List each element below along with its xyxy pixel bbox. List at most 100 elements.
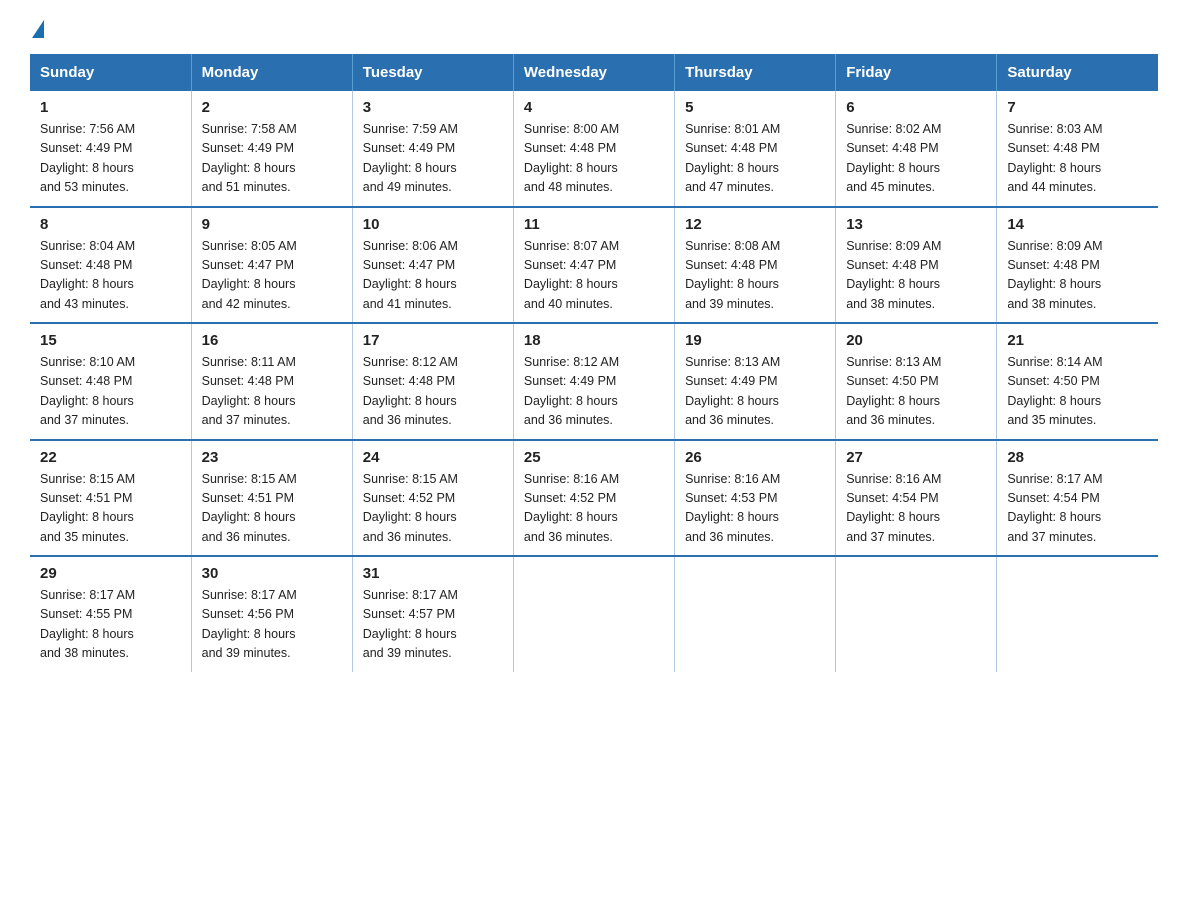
calendar-cell: 3 Sunrise: 7:59 AM Sunset: 4:49 PM Daylig… bbox=[352, 91, 513, 207]
column-header-wednesday: Wednesday bbox=[513, 54, 674, 91]
day-info: Sunrise: 8:15 AM Sunset: 4:52 PM Dayligh… bbox=[363, 470, 503, 548]
day-number: 12 bbox=[685, 216, 825, 233]
day-number: 10 bbox=[363, 216, 503, 233]
day-info: Sunrise: 7:56 AM Sunset: 4:49 PM Dayligh… bbox=[40, 120, 181, 198]
logo-triangle-icon bbox=[32, 20, 44, 38]
calendar-cell: 21 Sunrise: 8:14 AM Sunset: 4:50 PM Dayli… bbox=[997, 323, 1158, 440]
column-header-saturday: Saturday bbox=[997, 54, 1158, 91]
calendar-cell: 19Sunrise: 8:13 AM Sunset: 4:49 PM Dayli… bbox=[675, 323, 836, 440]
calendar-cell bbox=[675, 556, 836, 672]
column-header-tuesday: Tuesday bbox=[352, 54, 513, 91]
day-number: 25 bbox=[524, 449, 664, 466]
day-number: 7 bbox=[1007, 99, 1148, 116]
calendar-cell: 23 Sunrise: 8:15 AM Sunset: 4:51 PM Dayli… bbox=[191, 440, 352, 557]
calendar-cell: 14 Sunrise: 8:09 AM Sunset: 4:48 PM Dayli… bbox=[997, 207, 1158, 324]
page-header bbox=[30, 20, 1158, 38]
day-number: 30 bbox=[202, 565, 342, 582]
calendar-cell: 13Sunrise: 8:09 AM Sunset: 4:48 PM Dayli… bbox=[836, 207, 997, 324]
calendar-cell: 24 Sunrise: 8:15 AM Sunset: 4:52 PM Dayli… bbox=[352, 440, 513, 557]
calendar-week-row: 29 Sunrise: 8:17 AM Sunset: 4:55 PM Dayli… bbox=[30, 556, 1158, 672]
day-number: 24 bbox=[363, 449, 503, 466]
calendar-week-row: 8Sunrise: 8:04 AM Sunset: 4:48 PM Daylig… bbox=[30, 207, 1158, 324]
calendar-cell: 16 Sunrise: 8:11 AM Sunset: 4:48 PM Dayli… bbox=[191, 323, 352, 440]
day-number: 2 bbox=[202, 99, 342, 116]
day-info: Sunrise: 8:00 AM Sunset: 4:48 PM Dayligh… bbox=[524, 120, 664, 198]
day-info: Sunrise: 8:12 AM Sunset: 4:48 PM Dayligh… bbox=[363, 353, 503, 431]
day-info: Sunrise: 8:17 AM Sunset: 4:55 PM Dayligh… bbox=[40, 586, 181, 664]
day-number: 16 bbox=[202, 332, 342, 349]
calendar-cell: 26 Sunrise: 8:16 AM Sunset: 4:53 PM Dayli… bbox=[675, 440, 836, 557]
calendar-cell: 9 Sunrise: 8:05 AM Sunset: 4:47 PM Daylig… bbox=[191, 207, 352, 324]
calendar-cell: 5Sunrise: 8:01 AM Sunset: 4:48 PM Daylig… bbox=[675, 91, 836, 207]
day-number: 22 bbox=[40, 449, 181, 466]
day-number: 3 bbox=[363, 99, 503, 116]
day-number: 9 bbox=[202, 216, 342, 233]
calendar-cell: 2Sunrise: 7:58 AM Sunset: 4:49 PM Daylig… bbox=[191, 91, 352, 207]
calendar-cell: 12 Sunrise: 8:08 AM Sunset: 4:48 PM Dayli… bbox=[675, 207, 836, 324]
calendar-week-row: 1 Sunrise: 7:56 AM Sunset: 4:49 PM Daylig… bbox=[30, 91, 1158, 207]
day-info: Sunrise: 8:04 AM Sunset: 4:48 PM Dayligh… bbox=[40, 237, 181, 315]
day-number: 27 bbox=[846, 449, 986, 466]
day-info: Sunrise: 8:15 AM Sunset: 4:51 PM Dayligh… bbox=[40, 470, 181, 548]
day-info: Sunrise: 8:09 AM Sunset: 4:48 PM Dayligh… bbox=[846, 237, 986, 315]
calendar-cell: 28 Sunrise: 8:17 AM Sunset: 4:54 PM Dayli… bbox=[997, 440, 1158, 557]
day-number: 6 bbox=[846, 99, 986, 116]
day-number: 20 bbox=[846, 332, 986, 349]
calendar-cell: 6 Sunrise: 8:02 AM Sunset: 4:48 PM Daylig… bbox=[836, 91, 997, 207]
day-number: 5 bbox=[685, 99, 825, 116]
day-number: 26 bbox=[685, 449, 825, 466]
day-info: Sunrise: 8:17 AM Sunset: 4:54 PM Dayligh… bbox=[1007, 470, 1148, 548]
day-number: 4 bbox=[524, 99, 664, 116]
day-number: 17 bbox=[363, 332, 503, 349]
day-info: Sunrise: 8:03 AM Sunset: 4:48 PM Dayligh… bbox=[1007, 120, 1148, 198]
calendar-cell: 22 Sunrise: 8:15 AM Sunset: 4:51 PM Dayli… bbox=[30, 440, 191, 557]
day-info: Sunrise: 8:16 AM Sunset: 4:53 PM Dayligh… bbox=[685, 470, 825, 548]
day-number: 23 bbox=[202, 449, 342, 466]
calendar-table: SundayMondayTuesdayWednesdayThursdayFrid… bbox=[30, 54, 1158, 672]
column-header-friday: Friday bbox=[836, 54, 997, 91]
day-number: 14 bbox=[1007, 216, 1148, 233]
day-number: 1 bbox=[40, 99, 181, 116]
day-info: Sunrise: 7:59 AM Sunset: 4:49 PM Dayligh… bbox=[363, 120, 503, 198]
logo bbox=[30, 20, 44, 38]
calendar-cell: 17 Sunrise: 8:12 AM Sunset: 4:48 PM Dayli… bbox=[352, 323, 513, 440]
calendar-cell: 15 Sunrise: 8:10 AM Sunset: 4:48 PM Dayli… bbox=[30, 323, 191, 440]
day-number: 29 bbox=[40, 565, 181, 582]
calendar-cell: 31Sunrise: 8:17 AM Sunset: 4:57 PM Dayli… bbox=[352, 556, 513, 672]
day-info: Sunrise: 8:09 AM Sunset: 4:48 PM Dayligh… bbox=[1007, 237, 1148, 315]
day-number: 19 bbox=[685, 332, 825, 349]
day-info: Sunrise: 8:15 AM Sunset: 4:51 PM Dayligh… bbox=[202, 470, 342, 548]
calendar-cell: 20 Sunrise: 8:13 AM Sunset: 4:50 PM Dayli… bbox=[836, 323, 997, 440]
day-number: 28 bbox=[1007, 449, 1148, 466]
day-info: Sunrise: 8:14 AM Sunset: 4:50 PM Dayligh… bbox=[1007, 353, 1148, 431]
day-info: Sunrise: 8:08 AM Sunset: 4:48 PM Dayligh… bbox=[685, 237, 825, 315]
day-number: 18 bbox=[524, 332, 664, 349]
day-number: 21 bbox=[1007, 332, 1148, 349]
day-info: Sunrise: 8:06 AM Sunset: 4:47 PM Dayligh… bbox=[363, 237, 503, 315]
day-info: Sunrise: 8:07 AM Sunset: 4:47 PM Dayligh… bbox=[524, 237, 664, 315]
calendar-cell bbox=[836, 556, 997, 672]
day-info: Sunrise: 8:02 AM Sunset: 4:48 PM Dayligh… bbox=[846, 120, 986, 198]
day-info: Sunrise: 8:17 AM Sunset: 4:57 PM Dayligh… bbox=[363, 586, 503, 664]
calendar-cell: 29 Sunrise: 8:17 AM Sunset: 4:55 PM Dayli… bbox=[30, 556, 191, 672]
column-header-thursday: Thursday bbox=[675, 54, 836, 91]
day-info: Sunrise: 8:05 AM Sunset: 4:47 PM Dayligh… bbox=[202, 237, 342, 315]
day-info: Sunrise: 8:10 AM Sunset: 4:48 PM Dayligh… bbox=[40, 353, 181, 431]
day-info: Sunrise: 8:13 AM Sunset: 4:50 PM Dayligh… bbox=[846, 353, 986, 431]
calendar-cell bbox=[513, 556, 674, 672]
day-number: 15 bbox=[40, 332, 181, 349]
calendar-cell: 1 Sunrise: 7:56 AM Sunset: 4:49 PM Daylig… bbox=[30, 91, 191, 207]
day-info: Sunrise: 8:12 AM Sunset: 4:49 PM Dayligh… bbox=[524, 353, 664, 431]
calendar-cell: 4 Sunrise: 8:00 AM Sunset: 4:48 PM Daylig… bbox=[513, 91, 674, 207]
calendar-cell: 25Sunrise: 8:16 AM Sunset: 4:52 PM Dayli… bbox=[513, 440, 674, 557]
calendar-cell: 30Sunrise: 8:17 AM Sunset: 4:56 PM Dayli… bbox=[191, 556, 352, 672]
calendar-cell: 18 Sunrise: 8:12 AM Sunset: 4:49 PM Dayli… bbox=[513, 323, 674, 440]
column-header-monday: Monday bbox=[191, 54, 352, 91]
calendar-cell: 10 Sunrise: 8:06 AM Sunset: 4:47 PM Dayli… bbox=[352, 207, 513, 324]
calendar-cell: 27Sunrise: 8:16 AM Sunset: 4:54 PM Dayli… bbox=[836, 440, 997, 557]
calendar-header-row: SundayMondayTuesdayWednesdayThursdayFrid… bbox=[30, 54, 1158, 91]
calendar-cell: 8Sunrise: 8:04 AM Sunset: 4:48 PM Daylig… bbox=[30, 207, 191, 324]
calendar-cell bbox=[997, 556, 1158, 672]
calendar-cell: 11Sunrise: 8:07 AM Sunset: 4:47 PM Dayli… bbox=[513, 207, 674, 324]
day-info: Sunrise: 8:11 AM Sunset: 4:48 PM Dayligh… bbox=[202, 353, 342, 431]
